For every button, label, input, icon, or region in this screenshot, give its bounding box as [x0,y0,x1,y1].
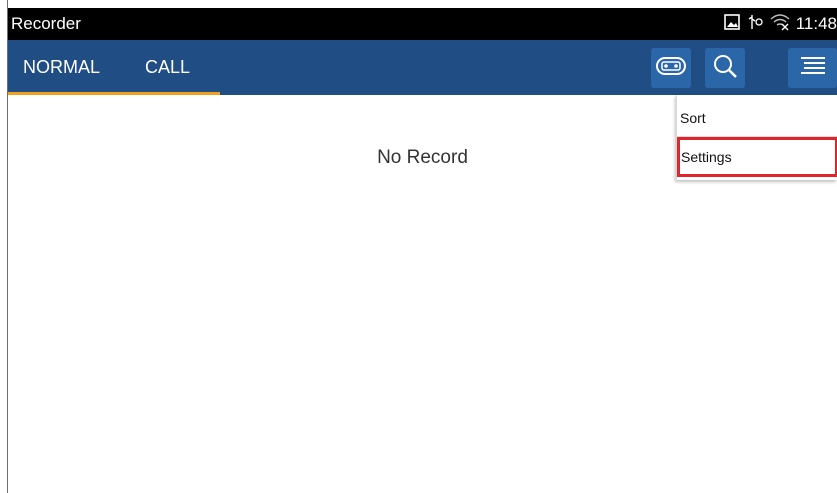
menu-item-settings[interactable]: Settings [677,137,837,177]
tab-call[interactable]: CALL [115,40,220,95]
tab-normal-label: NORMAL [22,57,100,77]
menu-item-settings-label: Settings [681,149,732,165]
menu-item-sort[interactable]: Sort [677,99,837,137]
usb-icon [746,13,764,36]
wifi-off-icon [770,13,790,36]
search-button[interactable] [705,48,745,88]
status-bar: Recorder 11:48 [8,8,837,40]
overflow-menu-button[interactable] [788,48,837,88]
menu-item-sort-label: Sort [680,109,706,126]
app-bar: NORMAL CALL [8,40,837,95]
app-title: Recorder [11,14,81,33]
tape-button[interactable] [651,48,691,88]
tab-normal[interactable]: NORMAL [8,40,115,95]
screen: Recorder 11:48 NORMAL CALL No Record Sor… [0,0,837,493]
status-icons: 11:48 [723,13,837,36]
window-border [0,0,8,493]
tab-call-label: CALL [144,57,191,77]
tape-icon [656,56,686,81]
clock: 11:48 [795,14,837,33]
search-icon [712,53,738,84]
overflow-menu: Sort Settings [676,95,837,180]
overflow-menu-icon [800,55,826,82]
image-icon [723,13,740,35]
